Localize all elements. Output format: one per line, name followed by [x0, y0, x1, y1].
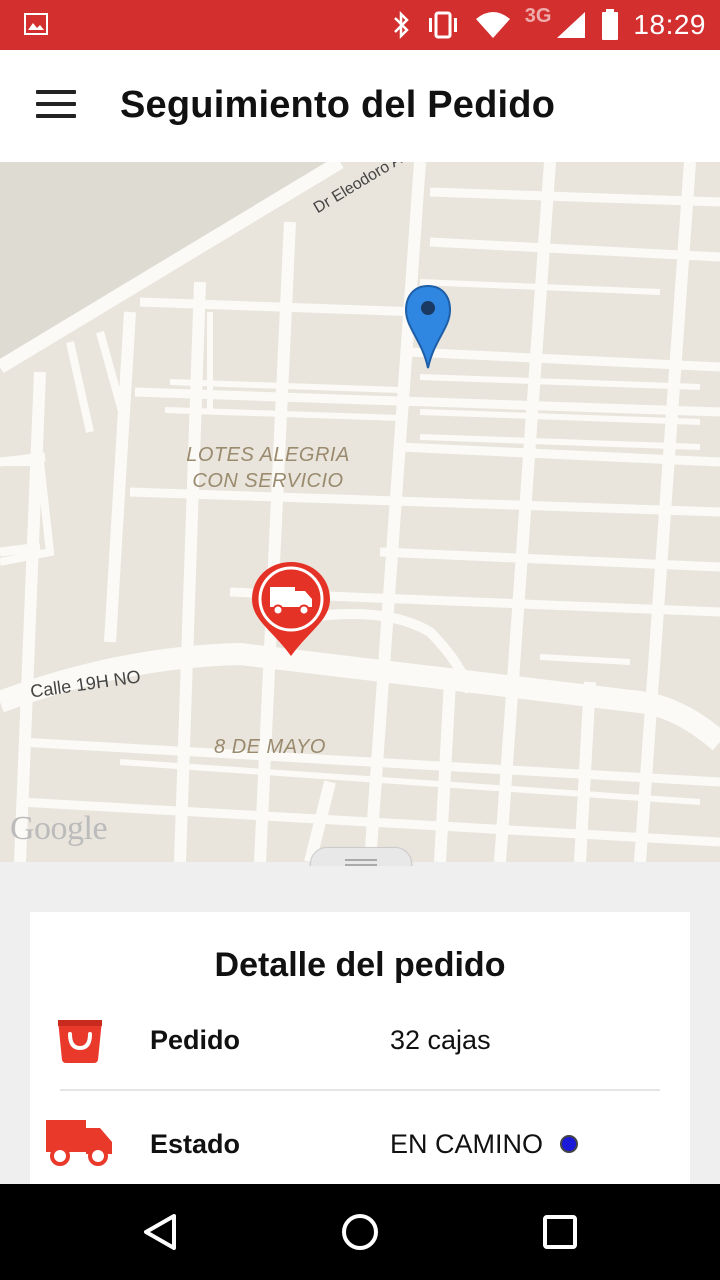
- clock: 18:29: [633, 9, 706, 40]
- image-icon: [24, 13, 48, 35]
- google-attribution: Google: [10, 810, 108, 847]
- order-details-card: Detalle del pedido Pedido 32 cajas Estad…: [30, 912, 690, 1192]
- map-streets: [0, 162, 720, 862]
- status-bar: 3G 18:29: [0, 0, 720, 50]
- back-icon[interactable]: [136, 1208, 184, 1256]
- app-bar: Seguimiento del Pedido: [0, 50, 720, 162]
- network-type-label: 3G: [524, 4, 552, 27]
- order-label: Pedido: [150, 1025, 241, 1055]
- bluetooth-icon: [393, 10, 409, 40]
- map-label-lotes-alegria: LOTES ALEGRIA CON SERVICIO: [186, 444, 350, 492]
- page-title: Seguimiento del Pedido: [120, 84, 556, 126]
- home-icon[interactable]: [336, 1208, 384, 1256]
- wifi-icon: [475, 12, 510, 38]
- order-details-panel: Detalle del pedido Pedido 32 cajas Estad…: [0, 866, 720, 1192]
- shopping-bag-icon: [58, 1020, 102, 1063]
- map-label-8-de-mayo: 8 DE MAYO: [214, 736, 326, 758]
- order-value: 32 cajas: [390, 1025, 491, 1055]
- status-label: Estado: [150, 1129, 241, 1159]
- recents-icon[interactable]: [536, 1208, 584, 1256]
- status-indicator-dot: [560, 1135, 578, 1153]
- status-value: EN CAMINO: [390, 1129, 544, 1159]
- battery-icon: [602, 9, 619, 40]
- menu-icon[interactable]: [36, 90, 76, 122]
- navigation-bar: [0, 1184, 720, 1280]
- delivery-truck-icon: [46, 1120, 112, 1166]
- destination-pin-icon[interactable]: [404, 284, 452, 370]
- row-divider: [60, 1089, 660, 1091]
- details-heading: Detalle del pedido: [214, 946, 506, 984]
- map-view[interactable]: LOTES ALEGRIA CON SERVICIO 8 DE MAYO Cal…: [0, 162, 720, 862]
- vibrate-icon: [428, 11, 457, 39]
- delivery-truck-marker-icon[interactable]: [250, 560, 332, 658]
- signal-icon: [557, 12, 586, 38]
